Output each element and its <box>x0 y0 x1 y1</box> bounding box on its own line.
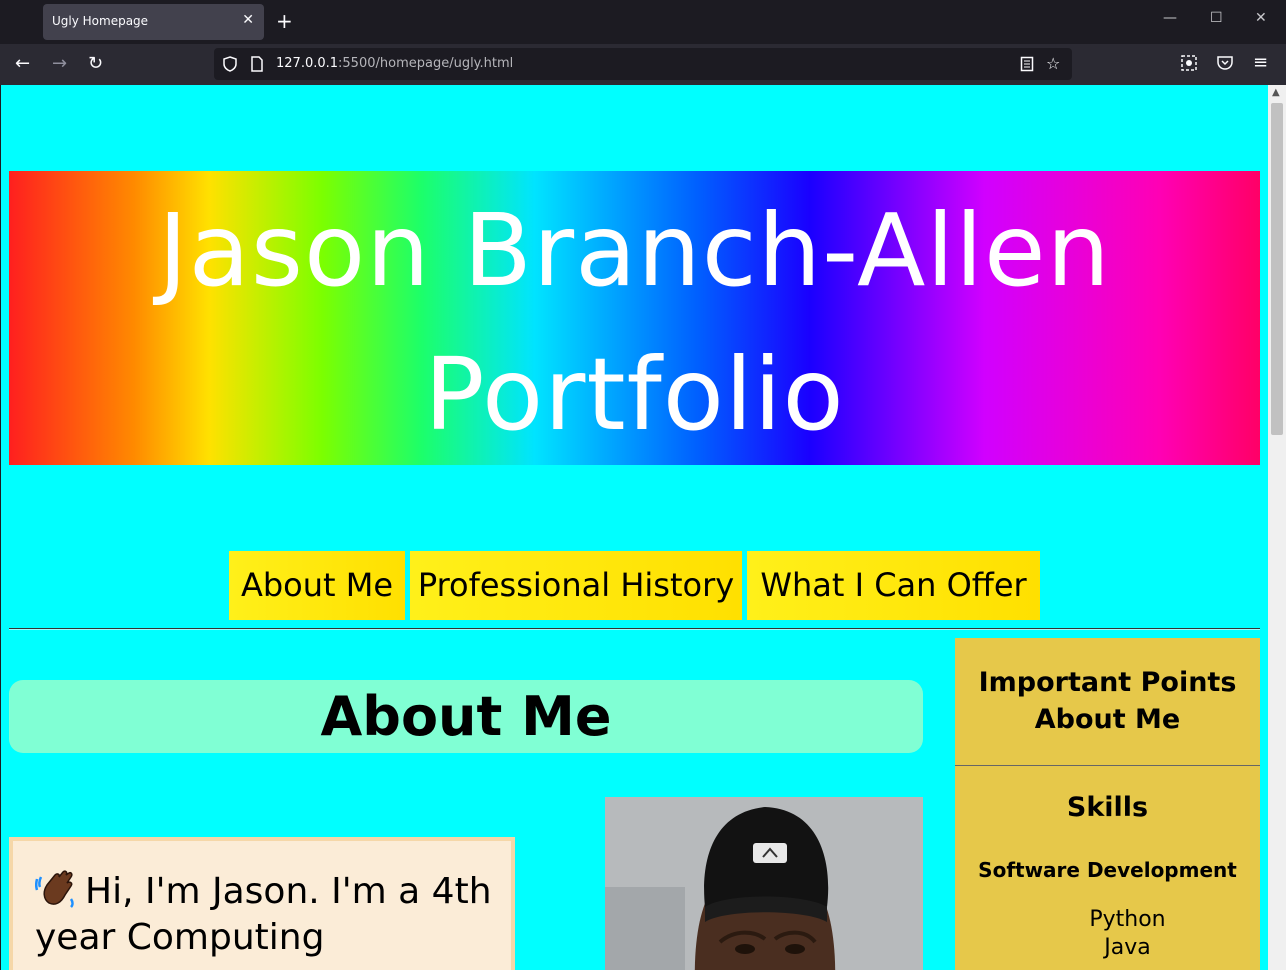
page-viewport: Jason Branch-Allen Portfolio About Me Pr… <box>1 85 1268 970</box>
shield-icon[interactable] <box>222 56 238 76</box>
about-me-heading: About Me <box>9 680 923 753</box>
back-icon[interactable]: ← <box>15 53 30 74</box>
url-text[interactable]: 127.0.0.1:5500/homepage/ugly.html <box>276 56 513 71</box>
important-points-sidebar: Important Points About Me Skills Softwar… <box>955 638 1260 970</box>
skills-list: Python Java <box>955 906 1268 962</box>
intro-card: Hi, I'm Jason. I'm a 4th year Computing <box>9 837 515 970</box>
close-window-icon[interactable]: ✕ <box>1255 10 1267 26</box>
intro-text: Hi, I'm Jason. I'm a 4th year Computing <box>35 871 492 958</box>
address-bar[interactable]: 127.0.0.1:5500/homepage/ugly.html ☆ <box>214 48 1072 80</box>
scroll-up-icon[interactable]: ▲ <box>1272 87 1280 98</box>
profile-photo <box>605 797 923 970</box>
reader-view-icon[interactable] <box>1020 56 1034 76</box>
extension-icon[interactable] <box>1180 54 1198 76</box>
minimize-icon[interactable]: — <box>1163 10 1177 26</box>
software-development-heading: Software Development <box>978 858 1237 882</box>
intro-paragraph: Hi, I'm Jason. I'm a 4th year Computing <box>35 869 495 961</box>
skill-item: Python <box>1089 907 1166 932</box>
menu-icon[interactable]: ≡ <box>1253 52 1268 73</box>
browser-tab[interactable]: Ugly Homepage ✕ <box>43 4 264 40</box>
hero-banner: Jason Branch-Allen Portfolio <box>9 171 1260 465</box>
browser-toolbar: ← → ↻ 127.0.0.1:5500/homepage/ugly.html … <box>0 44 1286 85</box>
close-tab-icon[interactable]: ✕ <box>242 12 254 28</box>
nav-link-what-i-can-offer[interactable]: What I Can Offer <box>747 551 1040 620</box>
tab-strip: Ugly Homepage ✕ + — ☐ ✕ <box>0 0 1286 44</box>
skills-heading: Skills <box>1066 792 1149 823</box>
page-title: Jason Branch-Allen Portfolio <box>158 192 1111 453</box>
scrollbar-thumb[interactable] <box>1271 103 1283 435</box>
tab-title: Ugly Homepage <box>52 14 149 28</box>
new-tab-icon[interactable]: + <box>276 9 293 33</box>
bookmark-star-icon[interactable]: ☆ <box>1046 54 1060 73</box>
vertical-scrollbar[interactable]: ▲ <box>1268 85 1286 970</box>
skill-item: Java <box>1104 935 1151 960</box>
sidebar-title: Important Points About Me <box>978 667 1237 735</box>
url-host: 127.0.0.1 <box>276 56 339 71</box>
nav-link-professional-history[interactable]: Professional History <box>410 551 742 620</box>
pocket-icon[interactable] <box>1216 54 1234 76</box>
divider <box>9 628 1260 630</box>
url-path: :5500/homepage/ugly.html <box>338 56 514 71</box>
sidebar-divider <box>955 765 1260 766</box>
forward-icon[interactable]: → <box>52 53 67 74</box>
reload-icon[interactable]: ↻ <box>88 53 103 74</box>
page-icon <box>250 56 264 76</box>
nav-link-about-me[interactable]: About Me <box>229 551 405 620</box>
maximize-icon[interactable]: ☐ <box>1210 10 1223 26</box>
waving-hand-icon <box>35 869 79 909</box>
